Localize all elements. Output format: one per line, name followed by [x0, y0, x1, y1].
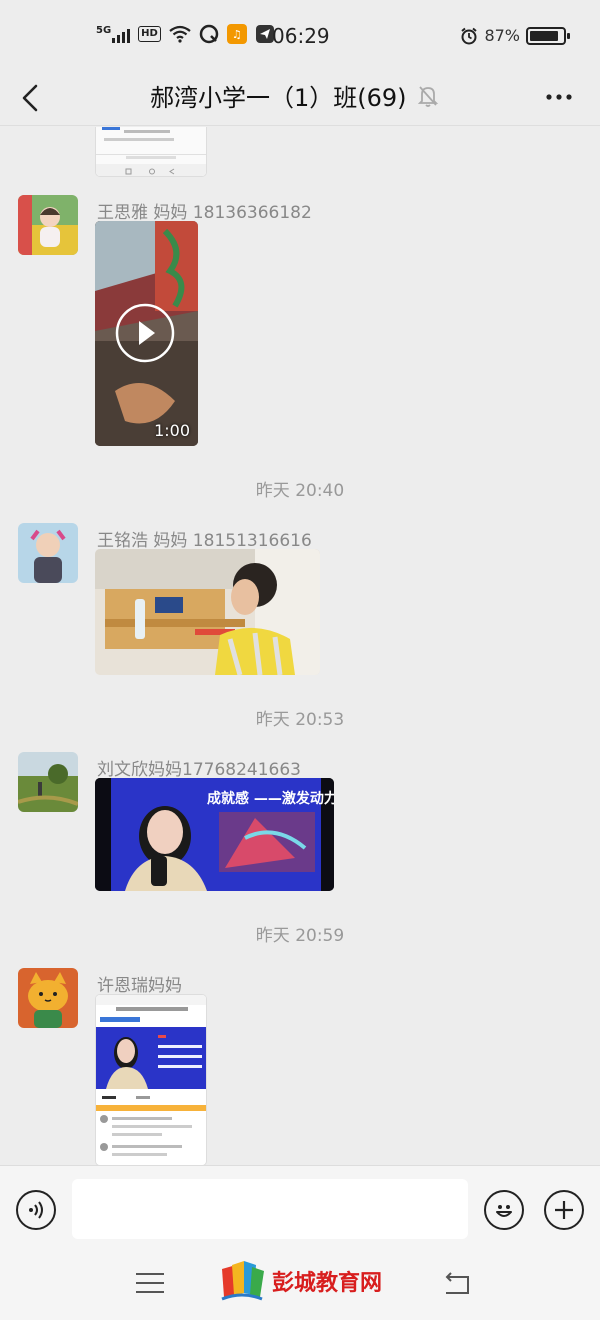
avatar[interactable]	[18, 523, 78, 583]
voice-icon	[29, 1201, 43, 1219]
plus-icon	[555, 1201, 573, 1219]
livestream-screenshot	[96, 995, 206, 1165]
emoji-icon	[496, 1205, 512, 1217]
child-photo-avatar	[18, 523, 78, 583]
video-thumbnail	[95, 221, 198, 446]
landscape-photo-avatar	[18, 752, 78, 812]
child-at-desk-photo	[95, 549, 320, 675]
avatar[interactable]	[18, 195, 78, 255]
timestamp: 昨天 20:53	[255, 710, 345, 730]
sender-name: 王铭浩 妈妈 18151316616	[97, 531, 312, 551]
chat-title: 郝湾小学一（1）班(69)	[150, 84, 407, 112]
sender-name: 王思雅 妈妈 18136366182	[97, 203, 312, 223]
alarm-icon	[461, 27, 478, 44]
chevron-left-icon	[22, 84, 38, 112]
return-icon	[445, 1272, 469, 1294]
back-button[interactable]	[18, 80, 48, 116]
emoji-button[interactable]	[484, 1190, 524, 1230]
video-message[interactable]: 1:00	[95, 221, 198, 446]
hd-badge: HD	[138, 26, 161, 42]
more-actions-button[interactable]	[544, 1190, 584, 1230]
child-photo-avatar	[18, 195, 78, 255]
bell-off-icon	[417, 85, 438, 107]
message-list[interactable]: 王思雅 妈妈 18136366182 1:00 昨天 20:40 王铭浩 妈妈 …	[0, 127, 600, 1165]
app-notification-icon: ♫	[226, 24, 247, 44]
message-image-partial[interactable]	[95, 127, 207, 177]
status-bar: 5G HD ♫ 06:29 87%	[0, 0, 600, 70]
wifi-icon	[169, 25, 191, 43]
status-icons-right: 87%	[460, 26, 570, 45]
phone-screenshot-image	[96, 127, 206, 176]
slide-title: 成就感 ——激发动力	[207, 791, 334, 807]
menu-button[interactable]	[136, 1273, 164, 1300]
watermark-logo: 彭城教育网	[218, 1259, 382, 1303]
battery-percent: 87%	[484, 26, 520, 45]
image-message[interactable]	[95, 549, 320, 675]
back-nav-button[interactable]	[442, 1271, 472, 1303]
cellular-signal-icon: 5G	[96, 25, 131, 43]
chat-header: 郝湾小学一（1）班(69)	[0, 70, 600, 126]
sender-name: 刘文欣妈妈17768241663	[97, 760, 301, 780]
avatar[interactable]	[18, 752, 78, 812]
image-message[interactable]: 成就感 ——激发动力	[95, 778, 334, 891]
browser-app-icon	[199, 24, 219, 44]
clock: 06:29	[272, 24, 330, 48]
battery-level	[530, 30, 558, 41]
voice-button[interactable]	[16, 1190, 56, 1230]
system-navigation-bar: 彭城教育网	[0, 1255, 600, 1320]
chat-title-group: 郝湾小学一（1）班(69)	[150, 78, 439, 113]
more-button[interactable]	[544, 82, 574, 119]
sender-name: 许恩瑞妈妈	[97, 976, 182, 996]
avatar[interactable]	[18, 968, 78, 1028]
message-input[interactable]	[72, 1179, 468, 1239]
image-message[interactable]	[95, 994, 207, 1165]
watermark-text: 彭城教育网	[272, 1270, 383, 1296]
battery-icon	[526, 26, 570, 45]
timestamp: 昨天 20:40	[255, 481, 345, 501]
cartoon-cat-avatar	[18, 968, 78, 1028]
book-logo-icon	[221, 1261, 264, 1301]
message-input-bar	[0, 1165, 600, 1255]
timestamp: 昨天 20:59	[255, 926, 345, 946]
status-icons-left: 5G HD ♫	[96, 24, 275, 44]
more-icon	[546, 94, 572, 100]
video-duration: 1:00	[154, 421, 190, 440]
